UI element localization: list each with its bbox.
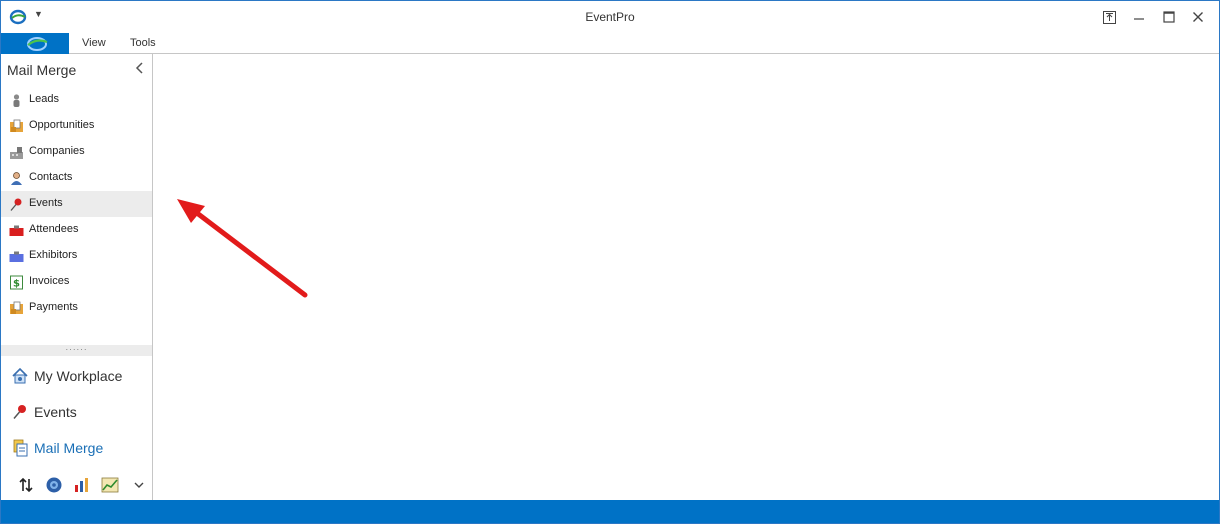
nav-item-leads[interactable]: Leads: [1, 87, 152, 113]
ribbon-display-icon: [1102, 10, 1116, 24]
opportunity-icon: [10, 119, 23, 132]
tab-tools[interactable]: Tools: [130, 37, 156, 49]
restore-ribbon-button[interactable]: [1098, 7, 1120, 27]
module-events[interactable]: Events: [1, 395, 152, 429]
globe-icon[interactable]: [45, 476, 63, 494]
person-icon: [13, 94, 20, 107]
nav-item-attendees[interactable]: Attendees: [1, 217, 152, 243]
nav-item-contacts[interactable]: Contacts: [1, 165, 152, 191]
main-content-area: [154, 54, 1219, 500]
module-mail-merge[interactable]: Mail Merge: [1, 431, 152, 465]
nav-item-label: Payments: [29, 301, 78, 313]
red-badge-icon: [9, 225, 24, 236]
nav-item-label: Exhibitors: [29, 249, 78, 261]
close-button[interactable]: [1187, 7, 1209, 27]
svg-text:$: $: [13, 279, 20, 290]
minimize-icon: [1134, 18, 1144, 20]
ribbon-tabs: View Tools: [1, 33, 1219, 54]
title-bar: ▼ EventPro: [1, 1, 1219, 33]
payment-icon: [10, 301, 23, 314]
navigation-pane: Mail Merge Leads Opportunities Companies…: [1, 54, 153, 500]
nav-item-events[interactable]: Events: [1, 191, 152, 217]
minimize-button[interactable]: [1128, 7, 1150, 27]
nav-item-label: Leads: [29, 93, 59, 105]
nav-item-label: Invoices: [29, 275, 70, 287]
sort-arrows-icon[interactable]: [17, 476, 35, 494]
module-my-workplace[interactable]: My Workplace: [1, 359, 152, 393]
blue-badge-icon: [9, 251, 24, 262]
tab-view[interactable]: View: [82, 37, 106, 49]
module-label: Events: [34, 404, 77, 420]
window-title: EventPro: [585, 10, 635, 24]
nav-bottom-toolbar: [1, 472, 152, 498]
nav-item-exhibitors[interactable]: Exhibitors: [1, 243, 152, 269]
status-bar: [1, 500, 1219, 523]
bar-chart-icon[interactable]: [73, 476, 91, 494]
nav-item-label: Contacts: [29, 171, 73, 183]
pushpin-icon: [10, 198, 22, 211]
nav-item-label: Attendees: [29, 223, 79, 235]
file-tab[interactable]: [1, 33, 69, 54]
nav-pane-title: Mail Merge: [7, 62, 77, 78]
nav-item-payments[interactable]: Payments: [1, 295, 152, 321]
maximize-icon: [1163, 11, 1175, 23]
app-window: ▼ EventPro View Tools Mail Merge Leads O…: [0, 0, 1220, 524]
nav-item-label: Events: [29, 197, 63, 209]
nav-item-companies[interactable]: Companies: [1, 139, 152, 165]
chevron-left-icon: [135, 62, 143, 74]
annotation-arrow-icon: [177, 199, 308, 298]
line-chart-icon[interactable]: [101, 476, 119, 494]
pane-splitter[interactable]: ······: [1, 345, 152, 356]
close-icon: [1193, 12, 1203, 22]
pushpin-icon: [13, 405, 26, 419]
nav-item-invoices[interactable]: $ Invoices: [1, 269, 152, 295]
maximize-button[interactable]: [1158, 7, 1180, 27]
home-icon: [12, 367, 28, 384]
module-label: Mail Merge: [34, 440, 104, 456]
nav-item-label: Companies: [29, 145, 85, 157]
nav-item-label: Opportunities: [29, 119, 95, 131]
building-icon: [10, 147, 23, 159]
dollar-icon: $: [10, 275, 23, 290]
chevron-down-icon[interactable]: [130, 476, 148, 494]
collapse-pane-button[interactable]: [135, 61, 145, 77]
contact-icon: [11, 172, 22, 185]
file-tab-logo-icon: [27, 37, 48, 51]
nav-item-opportunities[interactable]: Opportunities: [1, 113, 152, 139]
mail-merge-icon: [13, 439, 28, 457]
module-label: My Workplace: [34, 368, 123, 384]
